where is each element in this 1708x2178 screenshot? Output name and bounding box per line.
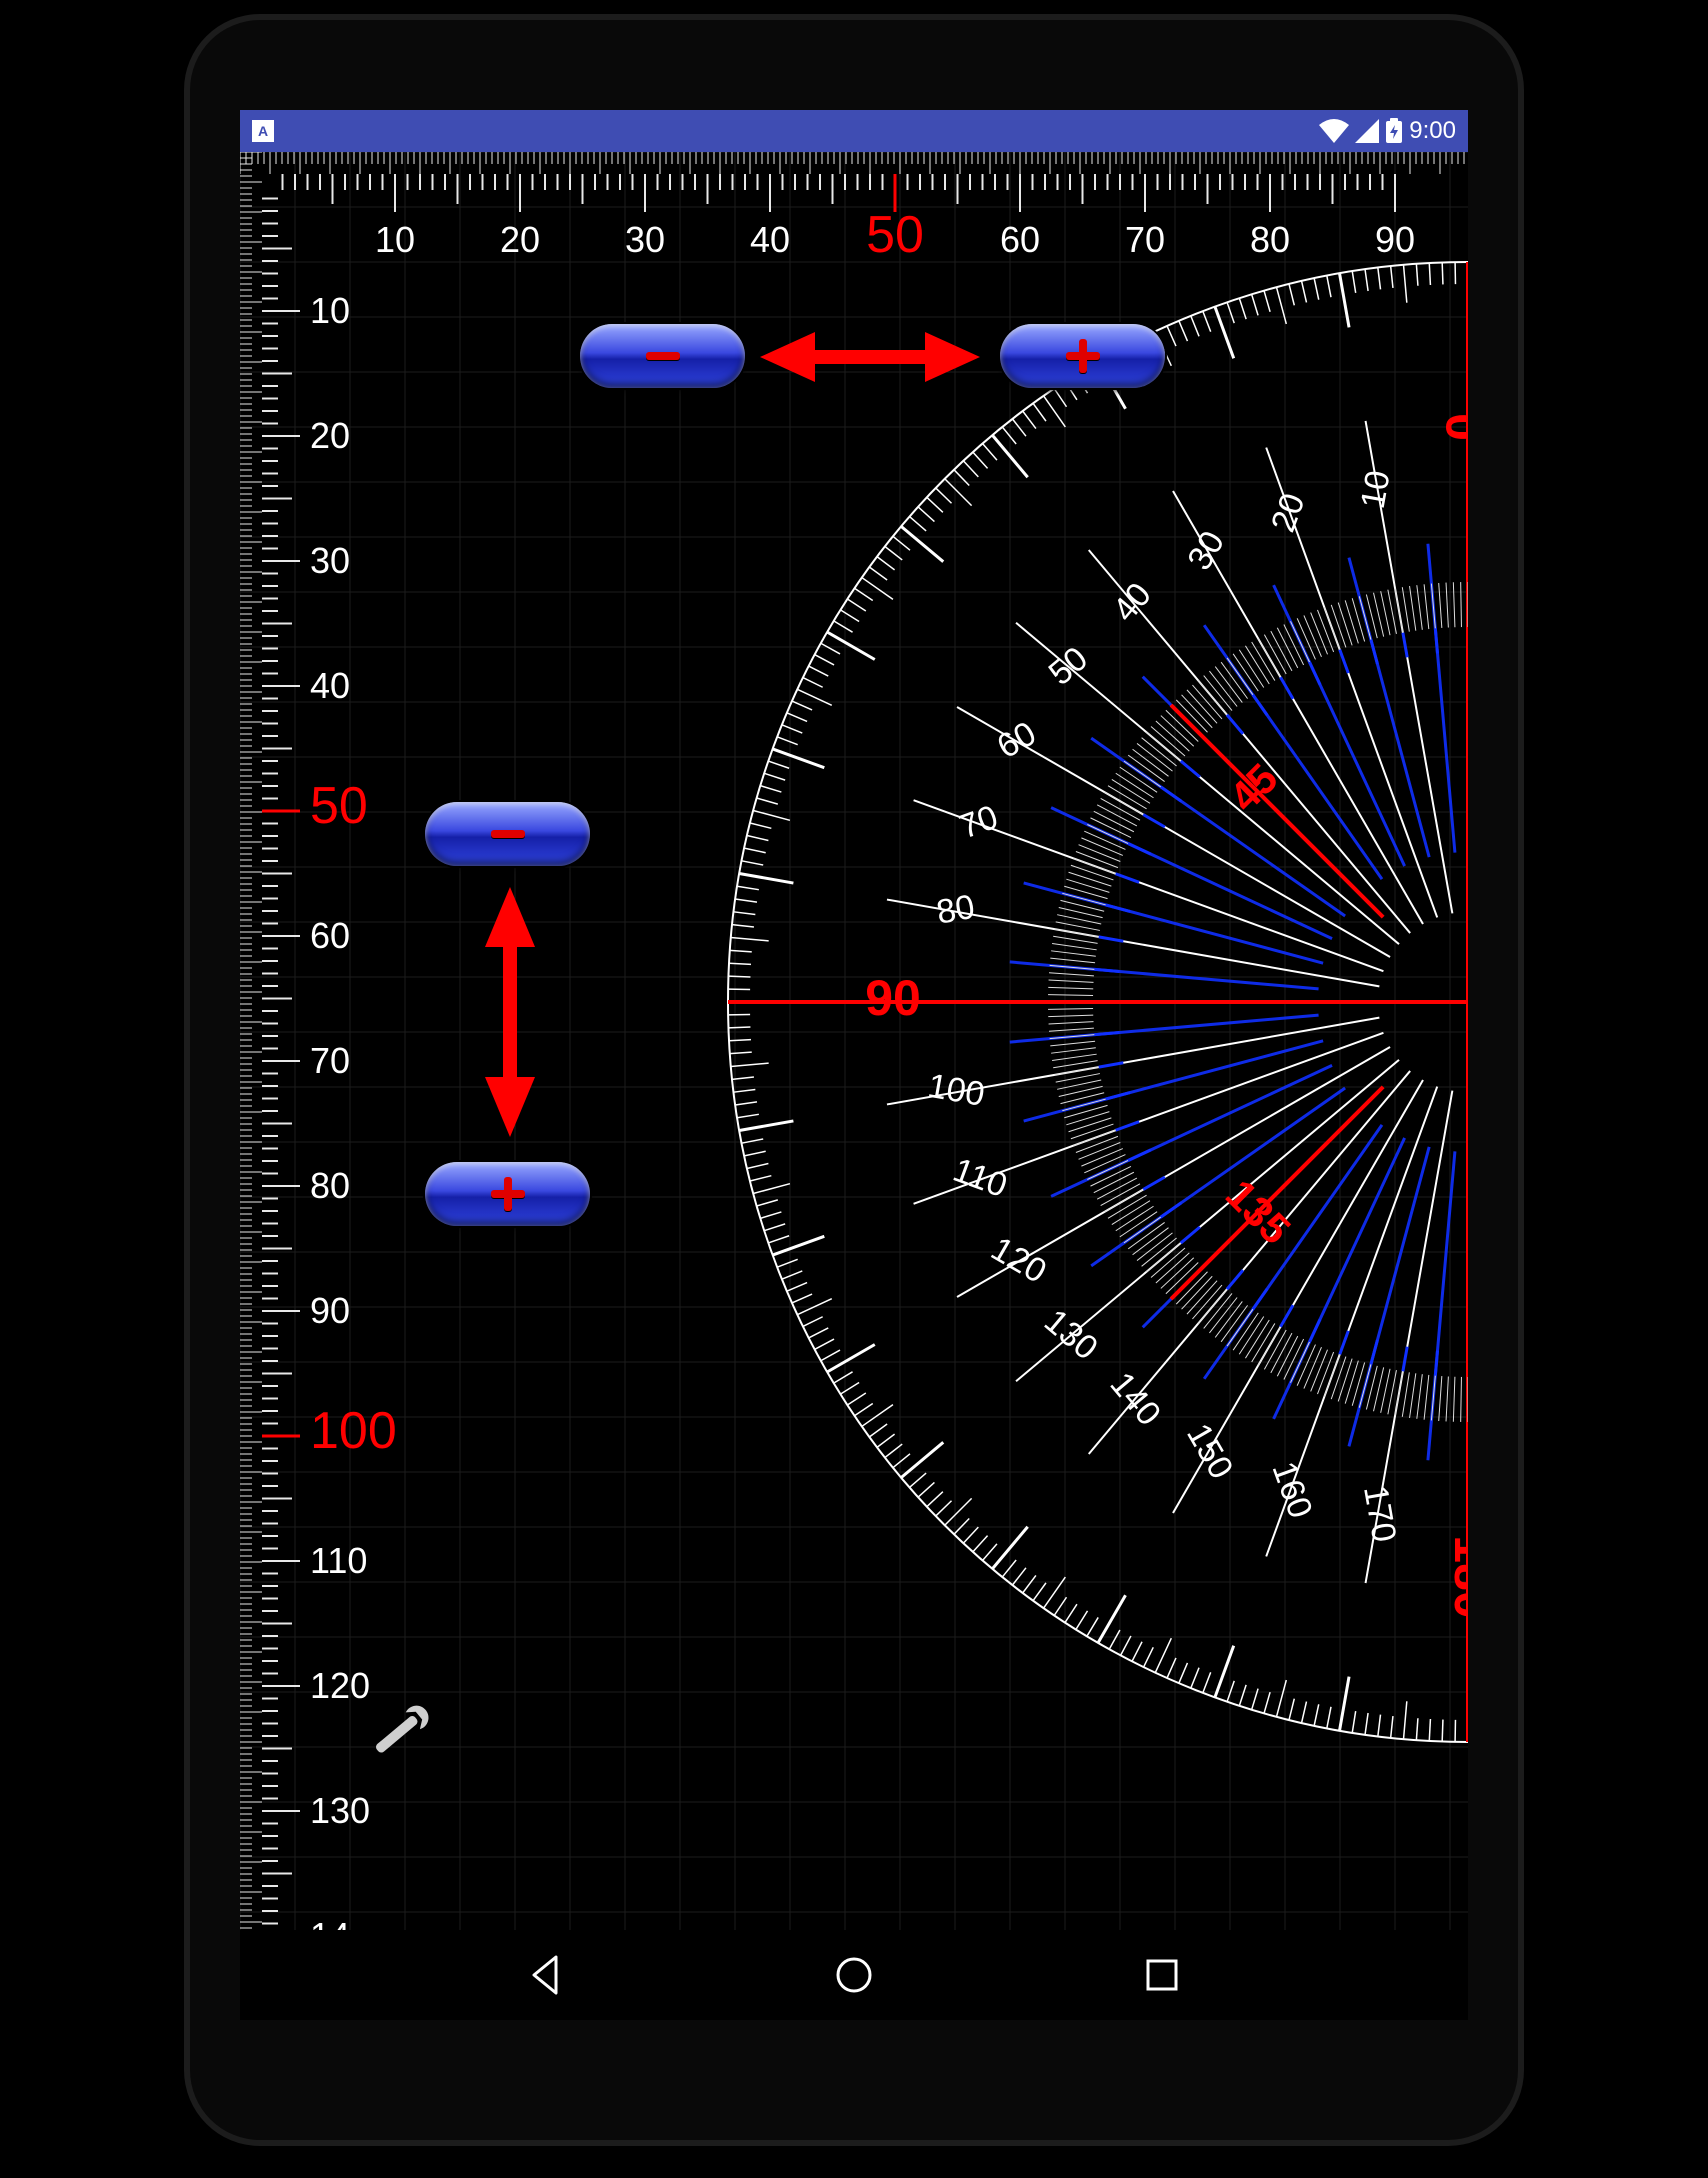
svg-text:170: 170 [1356, 1483, 1403, 1545]
svg-text:100: 100 [925, 1067, 987, 1114]
svg-text:50: 50 [1042, 639, 1095, 692]
svg-text:0: 0 [1436, 413, 1468, 441]
horizontal-scale-plus-button[interactable] [1000, 324, 1165, 388]
android-status-bar: A 9:00 [240, 110, 1468, 152]
svg-text:80: 80 [310, 1165, 350, 1206]
svg-text:20: 20 [500, 219, 540, 260]
svg-text:150: 150 [1179, 1417, 1240, 1485]
svg-text:40: 40 [750, 219, 790, 260]
svg-text:70: 70 [1125, 219, 1165, 260]
settings-wrench-icon[interactable] [370, 1701, 434, 1760]
status-clock: 9:00 [1409, 117, 1456, 145]
tablet-frame: A 9:00 102030405060708090 102030405060 [190, 20, 1518, 2140]
svg-text:70: 70 [310, 1040, 350, 1081]
svg-text:10: 10 [1354, 468, 1398, 512]
svg-text:130: 130 [310, 1790, 370, 1831]
minus-icon [483, 809, 533, 859]
app-canvas: 102030405060708090 102030405060708090100… [240, 152, 1468, 1930]
svg-text:80: 80 [1250, 219, 1290, 260]
svg-text:180: 180 [1444, 1535, 1468, 1618]
measurement-svg: 102030405060708090 102030405060708090100… [240, 152, 1468, 1930]
svg-text:60: 60 [1000, 219, 1040, 260]
android-nav-bar [240, 1930, 1468, 2020]
svg-text:50: 50 [310, 777, 368, 835]
svg-text:70: 70 [954, 798, 1003, 847]
protractor[interactable]: 0102030405060708090100110120130140150160… [728, 262, 1468, 1742]
svg-text:90: 90 [1375, 219, 1415, 260]
keyboard-indicator-badge: A [252, 120, 274, 142]
vertical-ruler[interactable]: 10 20 30 40 50 60 70 80 90 100 110 120 130 14 [262, 199, 397, 1931]
svg-text:20: 20 [310, 415, 350, 456]
svg-text:90: 90 [865, 970, 921, 1026]
svg-text:80: 80 [934, 888, 978, 932]
nav-home-icon[interactable] [830, 1951, 878, 1999]
svg-text:100: 100 [310, 1402, 397, 1460]
cell-signal-icon [1355, 119, 1379, 143]
nav-recent-icon[interactable] [1138, 1951, 1186, 1999]
vertical-scale-plus-button[interactable] [425, 1162, 590, 1226]
svg-text:120: 120 [310, 1665, 370, 1706]
horizontal-ruler[interactable]: 10 20 30 40 50 60 70 80 90 [283, 174, 1416, 264]
svg-text:40: 40 [310, 665, 350, 706]
svg-text:40: 40 [1105, 576, 1158, 629]
svg-text:10: 10 [310, 290, 350, 331]
minus-icon [638, 331, 688, 381]
device-screen: A 9:00 102030405060708090 102030405060 [240, 110, 1468, 2020]
ruler-left-fine [240, 152, 262, 1928]
svg-text:120: 120 [985, 1230, 1053, 1291]
battery-charging-icon [1385, 118, 1403, 144]
vertical-scale-minus-button[interactable] [425, 802, 590, 866]
svg-text:30: 30 [1180, 525, 1232, 577]
svg-text:50: 50 [866, 206, 924, 264]
svg-text:20: 20 [1264, 488, 1313, 537]
plus-icon [1058, 331, 1108, 381]
svg-text:30: 30 [625, 219, 665, 260]
svg-text:10: 10 [375, 219, 415, 260]
svg-text:160: 160 [1264, 1457, 1319, 1523]
svg-text:60: 60 [991, 714, 1043, 766]
plus-icon [483, 1169, 533, 1219]
status-right-cluster: 9:00 [1319, 117, 1456, 145]
grid [240, 152, 1468, 1930]
svg-text:14: 14 [310, 1915, 350, 1930]
svg-text:90: 90 [310, 1290, 350, 1331]
svg-text:60: 60 [310, 915, 350, 956]
nav-back-icon[interactable] [522, 1951, 570, 1999]
ruler-top-fine [240, 152, 1464, 174]
svg-text:110: 110 [310, 1540, 367, 1581]
wifi-icon [1319, 119, 1349, 143]
svg-text:30: 30 [310, 540, 350, 581]
horizontal-scale-minus-button[interactable] [580, 324, 745, 388]
horizontal-resize-arrow-icon [760, 332, 980, 382]
vertical-resize-arrow-icon [485, 887, 535, 1137]
svg-text:130: 130 [1037, 1302, 1105, 1368]
svg-text:140: 140 [1103, 1365, 1169, 1433]
